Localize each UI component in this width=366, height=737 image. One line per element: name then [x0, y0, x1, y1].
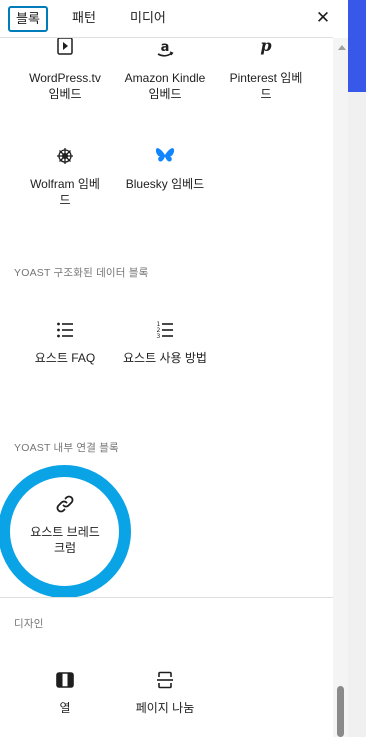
bluesky-icon	[155, 148, 175, 162]
block-wordpress-tv-embed[interactable]: WordPress.tv 임베드	[15, 38, 115, 102]
block-label: 열	[59, 701, 71, 715]
video-play-icon	[57, 38, 73, 55]
list-icon	[57, 322, 73, 338]
columns-icon	[56, 672, 74, 688]
wolfram-icon	[57, 148, 73, 164]
section-divider	[0, 597, 333, 598]
inserter-tabs: 블록 패턴 미디어 ✕	[0, 0, 333, 38]
svg-text:3: 3	[157, 333, 161, 340]
highlight-circle	[0, 465, 131, 598]
scroll-up-icon[interactable]	[338, 45, 346, 50]
block-label: Pinterest 임베드	[229, 71, 303, 101]
tab-media[interactable]: 미디어	[124, 6, 172, 32]
block-wolfram-embed[interactable]: Wolfram 임베드	[15, 144, 115, 208]
block-yoast-faq[interactable]: 요스트 FAQ	[15, 318, 115, 366]
block-page-break[interactable]: 페이지 나눔	[115, 668, 215, 716]
block-label: Wolfram 임베드	[30, 177, 100, 207]
category-title-yoast-internal-linking: YOAST 내부 연결 블록	[14, 442, 119, 454]
block-label: 요스트 FAQ	[34, 351, 96, 365]
svg-text:p: p	[260, 38, 271, 55]
block-columns[interactable]: 열	[15, 668, 115, 716]
block-label: 요스트 사용 방법	[123, 351, 207, 365]
category-title-yoast-structured-data: YOAST 구조화된 데이터 블록	[14, 267, 149, 279]
admin-bar-edge	[348, 0, 366, 92]
ordered-list-icon: 1 2 3	[157, 321, 173, 340]
tab-patterns[interactable]: 패턴	[66, 6, 102, 32]
tab-blocks[interactable]: 블록	[8, 6, 48, 32]
block-label: Bluesky 임베드	[125, 177, 205, 191]
block-label: 페이지 나눔	[135, 701, 195, 715]
scrollbar-thumb[interactable]	[337, 686, 344, 737]
scrollbar[interactable]	[333, 38, 348, 737]
block-bluesky-embed[interactable]: Bluesky 임베드	[115, 144, 215, 192]
page-break-icon	[157, 671, 173, 689]
block-label: WordPress.tv 임베드	[29, 71, 101, 101]
block-inserter-panel: 블록 패턴 미디어 ✕ WordPress.tv 임베드 a Amazon Ki…	[0, 0, 333, 737]
close-icon[interactable]: ✕	[314, 9, 332, 27]
amazon-icon: a	[157, 40, 174, 57]
category-title-design: 디자인	[14, 618, 44, 630]
editor-edge	[348, 92, 366, 737]
svg-text:a: a	[161, 40, 170, 55]
block-pinterest-embed[interactable]: p Pinterest 임베드	[216, 38, 316, 102]
pinterest-icon: p	[260, 38, 271, 55]
block-yoast-how-to[interactable]: 1 2 3 요스트 사용 방법	[115, 318, 215, 366]
block-label: Amazon Kindle 임베드	[124, 71, 206, 101]
block-amazon-kindle-embed[interactable]: a Amazon Kindle 임베드	[115, 38, 215, 102]
